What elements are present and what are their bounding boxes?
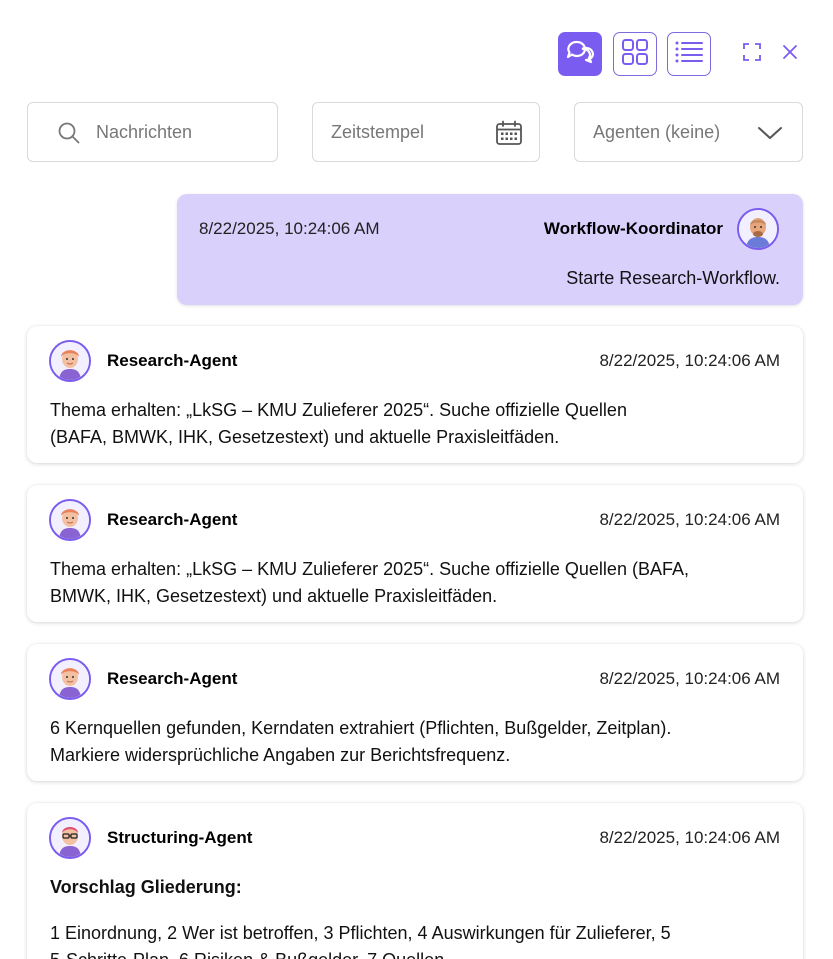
message-line: Thema erhalten: „LkSG – KMU Zulieferer 2… (50, 400, 627, 420)
message-timestamp: 8/22/2025, 10:24:06 AM (599, 669, 780, 688)
coordinator-avatar (737, 208, 779, 250)
list-view-button[interactable] (667, 32, 711, 76)
message-sender: Research-Agent (107, 351, 238, 370)
chevron-down-icon (756, 124, 784, 142)
agent-filter-select[interactable]: Agenten (keine) (574, 102, 803, 162)
agent-select-value: Agenten (keine) (593, 122, 721, 142)
message-sender: Structuring-Agent (107, 828, 253, 847)
close-button[interactable] (778, 42, 802, 66)
message-text: Starte Research-Workflow. (566, 268, 780, 288)
message-line: BMWK, IHK, Gesetzestext) und aktuelle Pr… (50, 586, 498, 606)
research-agent-avatar (49, 499, 91, 541)
chat-bubbles-icon (565, 39, 595, 70)
message-timestamp: 8/22/2025, 10:24:06 AM (199, 219, 380, 238)
research-agent-avatar (49, 658, 91, 700)
calendar-icon[interactable] (495, 120, 523, 146)
message-line: 6 Kernquellen gefunden, Kerndaten extrah… (50, 718, 672, 738)
structuring-agent-avatar (49, 817, 91, 859)
message-sender: Workflow-Koordinator (543, 219, 723, 238)
message-search-input[interactable]: Nachrichten (27, 102, 278, 162)
message-timestamp: 8/22/2025, 10:24:06 AM (599, 828, 780, 847)
message-text: Thema erhalten: „LkSG – KMU Zulieferer 2… (50, 556, 780, 610)
message-line: Thema erhalten: „LkSG – KMU Zulieferer 2… (50, 559, 689, 579)
message-line: (BAFA, BMWK, IHK, Gesetzestext) und aktu… (50, 427, 560, 447)
message-structuring-agent: Structuring-Agent 8/22/2025, 10:24:06 AM… (27, 803, 803, 959)
message-timestamp: 8/22/2025, 10:24:06 AM (599, 510, 780, 529)
message-text: 6 Kernquellen gefunden, Kerndaten extrah… (50, 715, 780, 769)
message-sender: Research-Agent (107, 510, 238, 529)
message-heading: Vorschlag Gliederung: (50, 877, 242, 897)
chat-view-button[interactable] (558, 32, 602, 76)
grid-view-icon (621, 38, 649, 71)
message-research-agent: Research-Agent 8/22/2025, 10:24:06 AM Th… (27, 485, 803, 622)
list-view-icon (674, 39, 704, 70)
message-line: Markiere widersprüchliche Angaben zur Be… (50, 745, 511, 765)
message-timestamp: 8/22/2025, 10:24:06 AM (599, 351, 780, 370)
message-sender: Research-Agent (107, 669, 238, 688)
message-line: 5-Schritte-Plan, 6 Risiken & Bußgelder, … (50, 947, 780, 959)
close-icon (781, 43, 799, 66)
message-research-agent: Research-Agent 8/22/2025, 10:24:06 AM Th… (27, 326, 803, 463)
view-toolbar (0, 32, 833, 76)
message-line: 1 Einordnung, 2 Wer ist betroffen, 3 Pfl… (50, 923, 671, 943)
search-icon (58, 122, 80, 144)
message-text: Thema erhalten: „LkSG – KMU Zulieferer 2… (50, 397, 780, 451)
message-text: 1 Einordnung, 2 Wer ist betroffen, 3 Pfl… (50, 920, 780, 959)
grid-view-button[interactable] (613, 32, 657, 76)
search-placeholder: Nachrichten (96, 122, 193, 142)
expand-button[interactable] (740, 42, 764, 66)
timestamp-filter-input[interactable]: Zeitstempel (312, 102, 540, 162)
message-research-agent: Research-Agent 8/22/2025, 10:24:06 AM 6 … (27, 644, 803, 781)
expand-icon (742, 42, 762, 67)
message-coordinator: 8/22/2025, 10:24:06 AM Workflow-Koordina… (177, 194, 803, 305)
research-agent-avatar (49, 340, 91, 382)
timestamp-placeholder: Zeitstempel (331, 122, 425, 142)
